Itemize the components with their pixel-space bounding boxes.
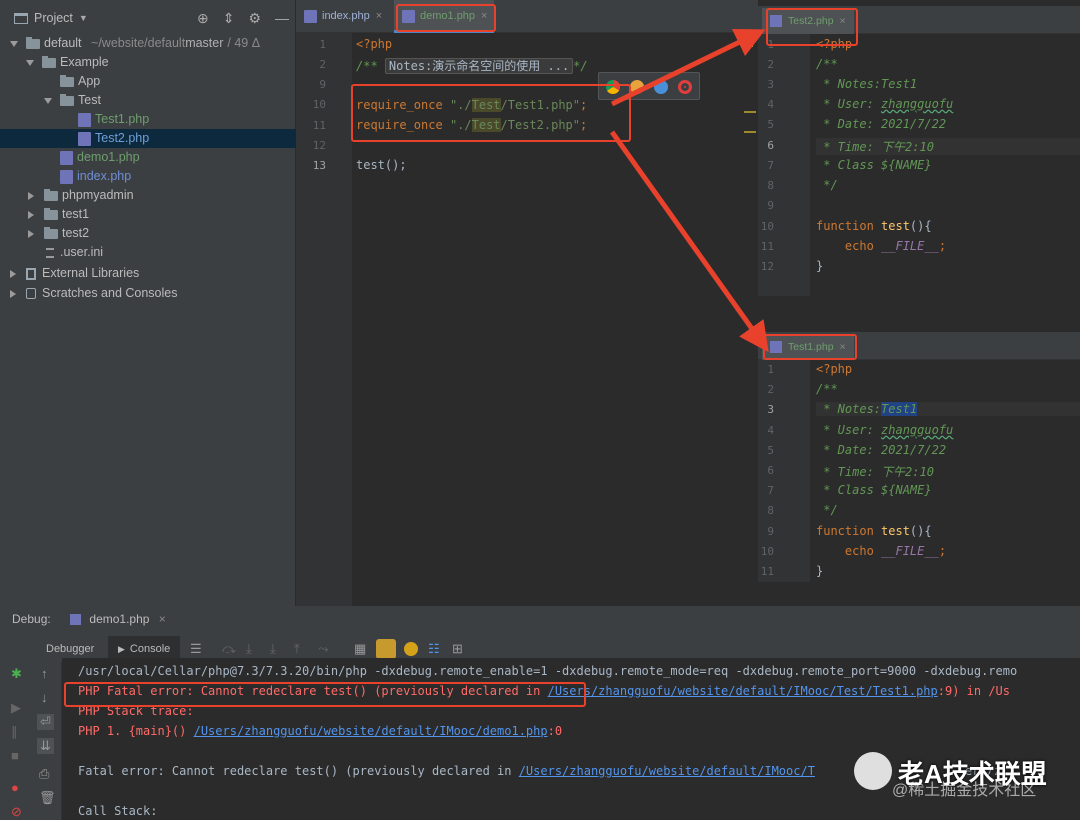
arrow-to-test2 xyxy=(610,29,766,107)
arrow-to-test1 xyxy=(609,130,769,353)
annotation-arrows xyxy=(609,29,769,353)
wechat-logo-icon xyxy=(854,752,892,790)
watermark-sub: @稀土掘金技术社区 xyxy=(892,782,1037,799)
watermark: 老A技术联盟 @稀土掘金技术社区 xyxy=(850,752,1080,820)
